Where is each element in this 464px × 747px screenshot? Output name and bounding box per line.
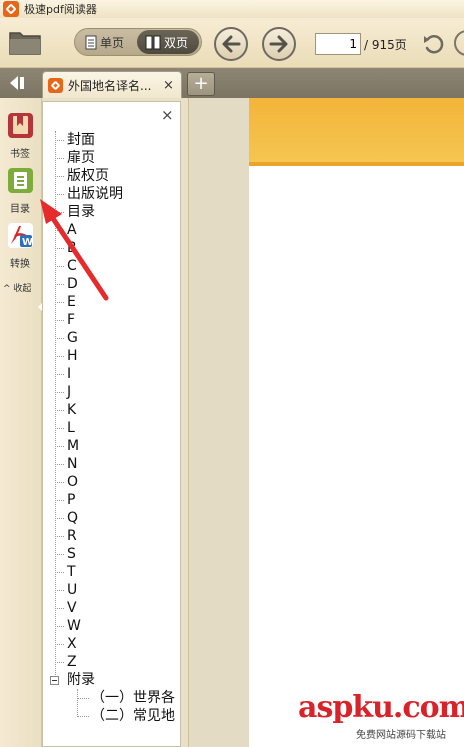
collapse-label: 收起 [13,284,32,294]
document-viewer[interactable] [189,98,464,747]
bookmark-icon [7,113,33,138]
window-title: 极速pdf阅读器 [24,3,97,16]
convert-icon: W [7,223,33,248]
rotate-icon [424,34,444,54]
close-icon[interactable]: × [161,106,174,124]
arrow-right-icon [269,35,288,53]
toc-item[interactable]: 扉页 [43,149,180,167]
tab-close-icon[interactable]: × [163,78,174,93]
toggle-sidebar-button[interactable] [6,73,30,93]
toc-item[interactable]: A [43,221,180,239]
toc-panel: × 封面 扉页 版权页 出版说明 目录 A B C D E F G H I J K L M N O P Q R S T U V W X Z… [42,101,181,747]
toc-item[interactable]: F [43,311,180,329]
more-button[interactable] [454,30,464,56]
sidebar-item-label: 目录 [10,204,30,215]
sidebar-item-toc[interactable]: 目录 [4,167,36,215]
double-page-icon [145,35,161,49]
toc-item[interactable]: K [43,401,180,419]
sidebar-item-bookmarks[interactable]: 书签 [4,112,36,160]
new-tab-button[interactable]: + [187,72,215,96]
single-page-icon [85,35,97,49]
tab-bar: 外国地名译名... × + [0,68,464,98]
panel-splitter[interactable] [181,98,189,747]
rotate-button[interactable] [422,32,446,56]
tab-document[interactable]: 外国地名译名... × [42,71,182,98]
previous-page-button[interactable] [214,27,248,61]
toc-item-label: 附录 [67,672,95,688]
sidebar-item-label: 书签 [10,149,30,160]
toc-item[interactable]: （一）世界各 [43,689,180,707]
toc-item[interactable]: E [43,293,180,311]
toc-item[interactable]: Z [43,653,180,671]
toc-item[interactable]: R [43,527,180,545]
toc-item[interactable]: （二）常见地 [43,707,180,725]
page-total: / 915页 [364,38,407,52]
watermark-logo: aspku.com [298,690,464,725]
page-mode-switch: 单页 双页 [74,28,202,56]
page-number-input[interactable] [315,33,361,55]
collapse-left-icon [10,76,24,90]
pdf-app-icon [48,77,63,93]
cover-image [249,98,464,166]
toc-item[interactable]: J [43,383,180,401]
toc-item[interactable]: W [43,617,180,635]
watermark-subtitle: 免费网站源码下载站 [356,730,446,741]
toc-item-appendix[interactable]: 附录 [43,671,180,689]
toc-icon [7,168,33,193]
arrow-left-icon [222,35,241,53]
toc-item[interactable]: M [43,437,180,455]
toc-item[interactable]: D [43,275,180,293]
toc-item[interactable]: O [43,473,180,491]
single-page-label: 单页 [100,35,125,50]
svg-text:W: W [22,237,33,248]
toc-item[interactable]: 出版说明 [43,185,180,203]
folder-icon [9,32,41,55]
collapse-sidebar-button[interactable]: ^ 收起 [3,281,31,294]
double-page-button[interactable]: 双页 [137,30,199,54]
toc-item[interactable]: L [43,419,180,437]
title-bar: 极速pdf阅读器 [0,0,464,18]
toc-item[interactable]: 目录 [43,203,180,221]
app-logo-icon [3,1,19,17]
collapse-minus-icon[interactable] [50,676,59,685]
toc-item[interactable]: B [43,239,180,257]
toc-item[interactable]: X [43,635,180,653]
toc-item[interactable]: Q [43,509,180,527]
toc-item[interactable]: I [43,365,180,383]
toolbar: 单页 双页 / 915页 [0,18,464,68]
sidebar-item-label: 转换 [10,259,30,270]
page-view [249,98,464,747]
toc-item[interactable]: N [43,455,180,473]
double-page-label: 双页 [164,35,189,50]
toc-list: 封面 扉页 版权页 出版说明 目录 A B C D E F G H I J K L M N O P Q R S T U V W X Z 附录… [43,131,180,725]
toc-item[interactable]: C [43,257,180,275]
toc-appendix-children: （一）世界各 （二）常见地 [43,689,180,725]
toc-item[interactable]: V [43,599,180,617]
watermark: aspku.com 免费网站源码下载站 [298,690,464,742]
single-page-button[interactable]: 单页 [77,30,135,54]
toc-item[interactable]: 封面 [43,131,180,149]
toc-item[interactable]: T [43,563,180,581]
toc-item[interactable]: 版权页 [43,167,180,185]
toc-item[interactable]: P [43,491,180,509]
left-rail: 书签 目录 W 转换 ^ 收起 [0,98,44,747]
toc-item[interactable]: G [43,329,180,347]
toc-item[interactable]: H [43,347,180,365]
toc-item[interactable]: U [43,581,180,599]
toc-item[interactable]: S [43,545,180,563]
chevron-up-icon: ^ [3,284,11,294]
tab-label: 外国地名译名... [68,78,152,93]
sidebar-item-convert[interactable]: W 转换 [4,222,36,270]
next-page-button[interactable] [262,27,296,61]
open-folder-button[interactable] [8,27,42,57]
